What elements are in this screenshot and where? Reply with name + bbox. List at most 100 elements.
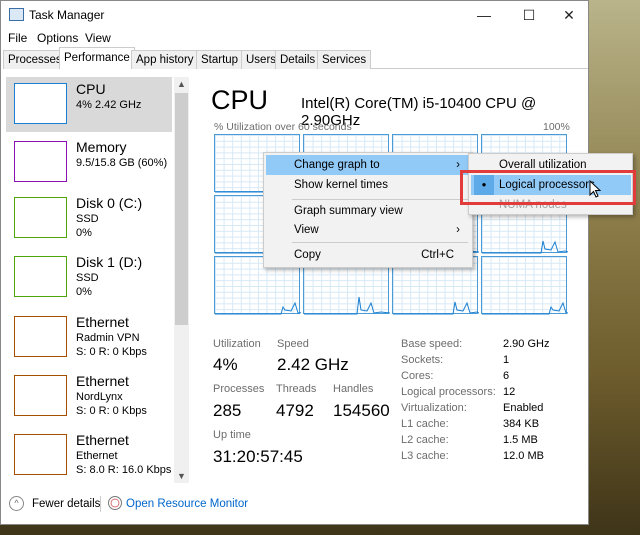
highlight-annotation-box xyxy=(460,170,636,205)
menu-file[interactable]: File xyxy=(8,31,27,45)
sidebar-item-3[interactable]: Disk 1 (D:) SSD 0% xyxy=(6,250,172,305)
maximize-button[interactable]: ☐ xyxy=(514,5,544,25)
spec-label: Virtualization: xyxy=(401,402,467,414)
spec-value: 1.5 MB xyxy=(503,434,538,446)
menu-item-change-graph[interactable]: Change graph to › xyxy=(266,155,470,175)
minimize-button[interactable]: — xyxy=(469,5,499,25)
menu-view[interactable]: View xyxy=(85,31,111,45)
sidebar-item-detail: NordLynx xyxy=(76,391,123,403)
mini-graph xyxy=(14,434,67,475)
scroll-up-icon[interactable]: ▲ xyxy=(174,79,189,89)
sidebar-item-stat: S: 0 R: 0 Kbps xyxy=(76,346,147,358)
menu-item-graph-summary-view[interactable]: Graph summary view xyxy=(266,201,470,221)
tab-bar: Processes Performance App history Startu… xyxy=(3,47,588,69)
context-menu: Change graph to › Show kernel times Graph… xyxy=(263,152,473,268)
fewer-details-button[interactable]: Fewer details xyxy=(32,498,100,510)
sidebar-item-name: Ethernet xyxy=(76,314,129,330)
uptime-label: Up time xyxy=(213,429,251,441)
processes-label: Processes xyxy=(213,383,265,395)
tab-app-history[interactable]: App history xyxy=(131,50,199,69)
tab-performance[interactable]: Performance xyxy=(59,47,135,69)
processor-usage-line xyxy=(304,296,390,315)
mini-graph xyxy=(14,83,67,124)
spec-value: 6 xyxy=(503,370,510,382)
resource-sidebar: CPU 4% 2.42 GHz Memory 9.5/15.8 GB (60%)… xyxy=(6,77,173,483)
scroll-down-icon[interactable]: ▼ xyxy=(174,471,189,481)
footer: ^ Fewer details Open Resource Monitor xyxy=(1,493,588,517)
mouse-cursor-icon xyxy=(589,180,602,198)
sidebar-item-name: Disk 1 (D:) xyxy=(76,254,143,270)
title-bar: Task Manager — ☐ ✕ xyxy=(1,1,588,29)
spec-value: Enabled xyxy=(503,402,544,414)
spec-value: 12.0 MB xyxy=(503,450,544,462)
tab-processes[interactable]: Processes xyxy=(3,50,67,69)
sidebar-item-name: Ethernet xyxy=(76,373,129,389)
menu-item-copy[interactable]: Copy Ctrl+C xyxy=(266,245,470,265)
view-label: View xyxy=(294,224,319,236)
threads-value: 4792 xyxy=(276,401,314,420)
spec-label: Base speed: xyxy=(401,338,463,350)
menu-item-show-kernel-times[interactable]: Show kernel times xyxy=(266,175,470,195)
spec-value: 1 xyxy=(503,354,510,366)
scrollbar-thumb[interactable] xyxy=(175,93,188,325)
close-button[interactable]: ✕ xyxy=(554,5,584,25)
mini-graph xyxy=(14,375,67,416)
spec-value: 384 KB xyxy=(503,418,540,430)
sidebar-item-stat: S: 0 R: 0 Kbps xyxy=(76,405,147,417)
processor-usage-line xyxy=(482,301,568,315)
sidebar-item-0[interactable]: CPU 4% 2.42 GHz xyxy=(6,77,172,132)
tab-details[interactable]: Details xyxy=(275,50,321,69)
utilization-value: 4% xyxy=(213,355,238,374)
open-resource-monitor-link[interactable]: Open Resource Monitor xyxy=(126,498,248,510)
sidebar-item-detail: Radmin VPN xyxy=(76,332,140,344)
processor-usage-line xyxy=(482,240,568,254)
utilization-label: Utilization xyxy=(213,338,261,350)
sidebar-item-2[interactable]: Disk 0 (C:) SSD 0% xyxy=(6,191,172,246)
processor-usage-line xyxy=(393,301,479,315)
change-graph-label: Change graph to xyxy=(294,159,380,171)
sidebar-item-4[interactable]: Ethernet Radmin VPN S: 0 R: 0 Kbps xyxy=(6,310,172,365)
handles-value: 154560 xyxy=(333,401,390,420)
spec-label: L2 cache: xyxy=(401,434,449,446)
spec-label: Sockets: xyxy=(401,354,444,366)
sidebar-item-stat: 0% xyxy=(76,286,92,298)
speed-value: 2.42 GHz xyxy=(277,355,349,374)
processes-value: 285 xyxy=(213,401,242,420)
sidebar-item-6[interactable]: Ethernet Ethernet S: 8.0 R: 16.0 Kbps xyxy=(6,428,172,483)
sidebar-scrollbar[interactable]: ▲ ▼ xyxy=(174,77,189,483)
handles-label: Handles xyxy=(333,383,374,395)
sidebar-item-stat: 0% xyxy=(76,227,92,239)
uptime-value: 31:20:57:45 xyxy=(213,447,303,466)
footer-divider xyxy=(100,496,101,512)
task-manager-app-icon xyxy=(9,8,24,21)
sidebar-item-detail: 9.5/15.8 GB (60%) xyxy=(76,157,168,169)
chevron-up-icon[interactable]: ^ xyxy=(9,496,24,511)
sidebar-item-5[interactable]: Ethernet NordLynx S: 0 R: 0 Kbps xyxy=(6,369,172,424)
sidebar-item-name: Ethernet xyxy=(76,432,129,448)
threads-label: Threads xyxy=(276,383,317,395)
spec-label: Cores: xyxy=(401,370,434,382)
tab-startup[interactable]: Startup xyxy=(196,50,244,69)
graph-caption: % Utilization over 60 seconds xyxy=(214,121,352,133)
spec-value: 2.90 GHz xyxy=(503,338,550,350)
copy-shortcut: Ctrl+C xyxy=(421,249,454,261)
window-title: Task Manager xyxy=(29,8,105,22)
mini-graph xyxy=(14,197,67,238)
sidebar-item-name: CPU xyxy=(76,81,106,97)
spec-value: 12 xyxy=(503,386,516,398)
sidebar-item-name: Disk 0 (C:) xyxy=(76,195,143,211)
sidebar-item-1[interactable]: Memory 9.5/15.8 GB (60%) xyxy=(6,135,172,190)
mini-graph xyxy=(14,141,67,182)
sidebar-item-detail: SSD xyxy=(76,213,99,225)
submenu-arrow-icon: › xyxy=(456,224,460,236)
menu-options[interactable]: Options xyxy=(37,31,78,45)
menu-item-view[interactable]: View › xyxy=(266,220,470,240)
sidebar-item-name: Memory xyxy=(76,139,127,155)
spec-label: L3 cache: xyxy=(401,450,449,462)
speed-label: Speed xyxy=(277,338,309,350)
tab-services[interactable]: Services xyxy=(317,50,372,69)
sidebar-item-detail: 4% 2.42 GHz xyxy=(76,99,142,111)
processor-graph xyxy=(481,256,568,315)
sidebar-item-stat: S: 8.0 R: 16.0 Kbps xyxy=(76,464,172,476)
mini-graph xyxy=(14,316,67,357)
